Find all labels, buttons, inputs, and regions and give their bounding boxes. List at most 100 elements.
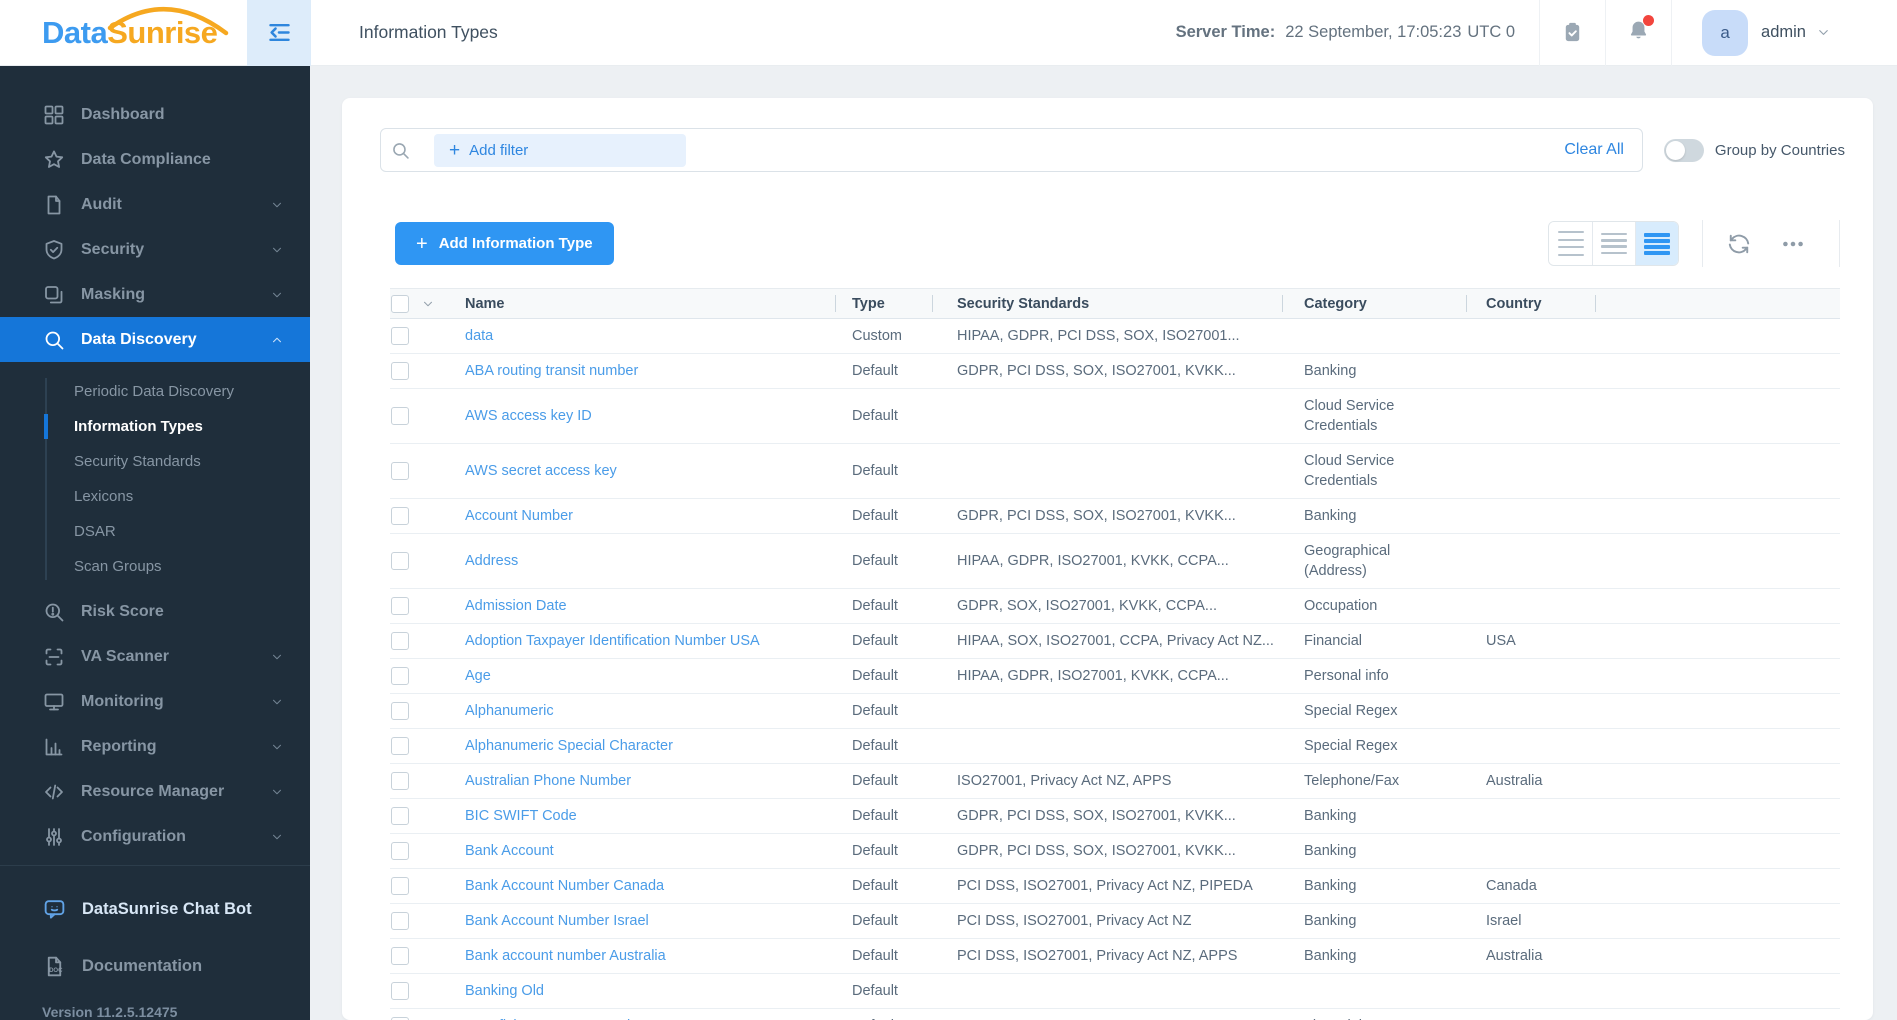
more-actions-button[interactable] (1780, 231, 1806, 257)
sidebar-subitem-dsar[interactable]: DSAR (0, 514, 310, 549)
sidebar-item-resource-manager[interactable]: Resource Manager (0, 769, 310, 814)
row-name-cell: Australian Phone Number (465, 764, 835, 798)
row-checkbox[interactable] (391, 702, 409, 720)
info-type-link[interactable]: AWS secret access key (465, 463, 617, 479)
row-name-cell: Account Number (465, 499, 835, 533)
sidebar-item-label: Configuration (81, 827, 186, 845)
notifications-button[interactable] (1606, 0, 1671, 65)
sidebar-item-dashboard[interactable]: Dashboard (0, 92, 310, 137)
row-checkbox[interactable] (391, 807, 409, 825)
density-medium-icon (1601, 232, 1627, 255)
sidebar-item-masking[interactable]: Masking (0, 272, 310, 317)
sidebar-item-chat-bot[interactable]: DataSunrise Chat Bot (0, 882, 310, 936)
column-header-security-standards[interactable]: Security Standards (932, 289, 1282, 318)
sidebar-item-reporting[interactable]: Reporting (0, 724, 310, 769)
table-row: Adoption Taxpayer Identification Number … (390, 624, 1840, 659)
row-security-standards-cell: GDPR, SOX, ISO27001, KVKK, CCPA... (957, 598, 1218, 614)
sidebar-nav: Dashboard Data Compliance Audit Security Mas… (0, 66, 310, 865)
row-checkbox[interactable] (391, 912, 409, 930)
avatar[interactable]: a (1702, 9, 1749, 56)
row-type-cell: Default (852, 983, 898, 999)
app-logo[interactable]: DataSunrise (0, 0, 247, 65)
info-type-link[interactable]: AWS access key ID (465, 408, 592, 424)
row-name-cell: ABA routing transit number (465, 354, 835, 388)
info-type-link[interactable]: data (465, 328, 493, 344)
row-checkbox[interactable] (391, 667, 409, 685)
select-all-checkbox[interactable] (391, 294, 409, 313)
table-row: Address Default HIPAA, GDPR, ISO27001, KVK… (390, 534, 1840, 589)
sidebar-subitem-security-standards[interactable]: Security Standards (0, 444, 310, 479)
row-checkbox[interactable] (391, 842, 409, 860)
info-type-link[interactable]: Alphanumeric (465, 703, 554, 719)
column-header-type[interactable]: Type (835, 289, 932, 318)
server-time-zone: UTC 0 (1467, 23, 1516, 41)
row-checkbox[interactable] (391, 597, 409, 615)
info-type-link[interactable]: Address (465, 553, 518, 569)
row-checkbox[interactable] (391, 362, 409, 380)
sidebar-item-documentation[interactable]: DOC Documentation (0, 936, 310, 996)
sidebar-subitem-information-types[interactable]: Information Types (0, 409, 310, 444)
info-type-link[interactable]: Age (465, 668, 491, 684)
info-type-link[interactable]: Bank Account (465, 843, 554, 859)
sidebar-subitem-scan-groups[interactable]: Scan Groups (0, 549, 310, 584)
info-type-link[interactable]: BIC SWIFT Code (465, 808, 577, 824)
sidebar-item-security[interactable]: Security (0, 227, 310, 272)
filter-search-box[interactable]: + Add filter Clear All (380, 128, 1643, 172)
row-category-cell: Banking (1304, 808, 1357, 824)
add-filter-button[interactable]: + Add filter (434, 133, 686, 167)
table-row: Banking Old Default (390, 974, 1840, 1009)
row-checkbox[interactable] (391, 982, 409, 1000)
row-height-large-button[interactable] (1549, 222, 1592, 265)
info-type-link[interactable]: Banking Old (465, 983, 544, 999)
submenu-data-discovery: Periodic Data Discovery Information Types… (0, 374, 310, 584)
sidebar-item-data-discovery[interactable]: Data Discovery (0, 317, 310, 362)
sidebar-item-data-compliance[interactable]: Data Compliance (0, 137, 310, 182)
row-checkbox[interactable] (391, 772, 409, 790)
column-header-name[interactable]: Name (465, 289, 835, 318)
select-menu-chevron-icon[interactable] (421, 297, 435, 311)
tasks-button[interactable] (1540, 0, 1605, 65)
add-information-type-button[interactable]: + Add Information Type (395, 222, 614, 265)
info-type-link[interactable]: Bank account number Australia (465, 948, 666, 964)
row-checkbox[interactable] (391, 407, 409, 425)
row-checkbox[interactable] (391, 737, 409, 755)
row-height-compact-button[interactable] (1635, 222, 1678, 265)
row-checkbox[interactable] (391, 327, 409, 345)
sidebar-subitem-periodic-data-discovery[interactable]: Periodic Data Discovery (0, 374, 310, 409)
column-header-country[interactable]: Country (1466, 289, 1595, 318)
sidebar-item-monitoring[interactable]: Monitoring (0, 679, 310, 724)
info-type-link[interactable]: Bank Account Number Canada (465, 878, 664, 894)
row-checkbox[interactable] (391, 947, 409, 965)
info-type-link[interactable]: ABA routing transit number (465, 363, 638, 379)
sidebar-item-audit[interactable]: Audit (0, 182, 310, 227)
info-type-link[interactable]: Bank Account Number Israel (465, 913, 649, 929)
row-checkbox[interactable] (391, 462, 409, 480)
row-checkbox[interactable] (391, 507, 409, 525)
row-checkbox[interactable] (391, 632, 409, 650)
info-type-link[interactable]: Adoption Taxpayer Identification Number … (465, 633, 760, 649)
info-type-link[interactable]: Alphanumeric Special Character (465, 738, 673, 754)
ellipsis-icon (1780, 231, 1806, 257)
info-type-link[interactable]: Account Number (465, 508, 573, 524)
column-header-category[interactable]: Category (1282, 289, 1466, 318)
row-height-medium-button[interactable] (1592, 222, 1635, 265)
sidebar-collapse-button[interactable] (247, 0, 311, 66)
row-checkbox[interactable] (391, 552, 409, 570)
sidebar-item-va-scanner[interactable]: VA Scanner (0, 634, 310, 679)
sidebar-item-risk-score[interactable]: Risk Score (0, 589, 310, 634)
sidebar-subitem-lexicons[interactable]: Lexicons (0, 479, 310, 514)
dashboard-icon (42, 103, 66, 127)
row-checkbox[interactable] (391, 877, 409, 895)
row-name-cell: Alphanumeric Special Character (465, 729, 835, 763)
group-by-countries-toggle[interactable] (1663, 138, 1704, 162)
sidebar-item-configuration[interactable]: Configuration (0, 814, 310, 859)
row-country-cell (1466, 509, 1595, 523)
user-menu-chevron-icon[interactable] (1816, 25, 1831, 40)
user-name[interactable]: admin (1761, 23, 1806, 42)
info-type-link[interactable]: Australian Phone Number (465, 773, 631, 789)
row-category-cell: Financial (1282, 1009, 1466, 1020)
info-type-link[interactable]: Admission Date (465, 598, 567, 614)
clear-all-button[interactable]: Clear All (1564, 141, 1624, 159)
row-security-standards-cell: PCI DSS, ISO27001, Privacy Act NZ (957, 913, 1192, 929)
refresh-button[interactable] (1726, 231, 1752, 257)
